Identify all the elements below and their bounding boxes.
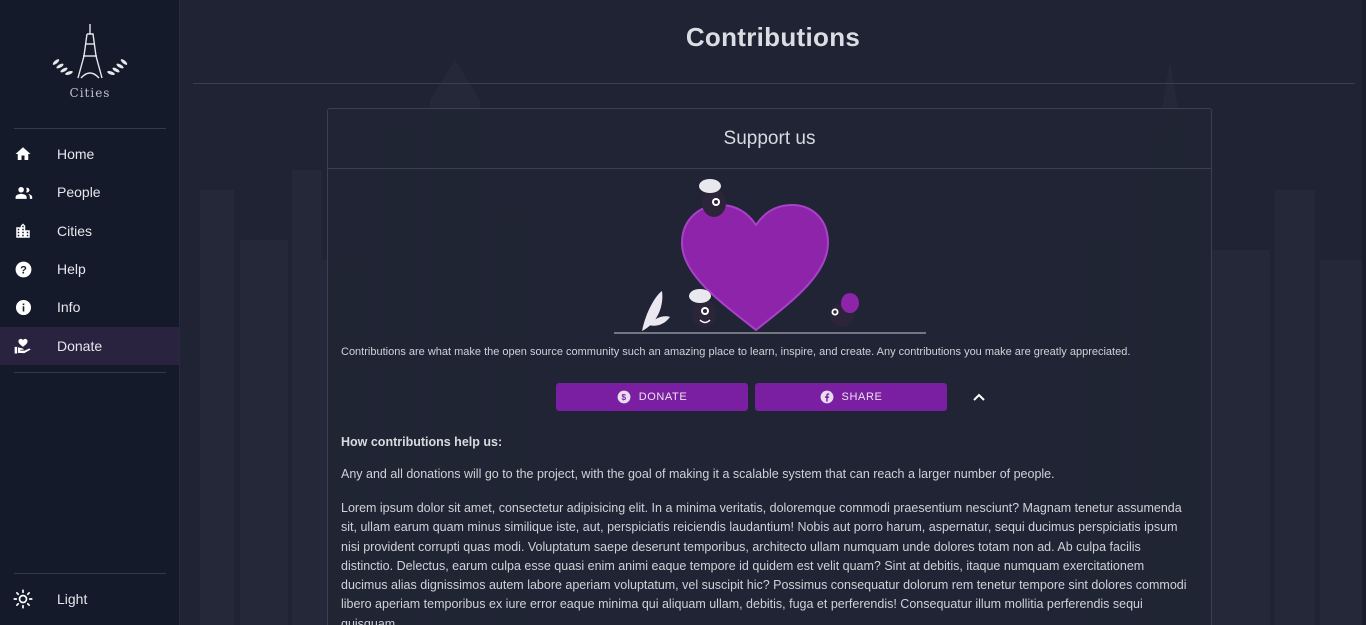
sidebar-item-label: People	[57, 184, 101, 200]
share-button-label: SHARE	[841, 391, 883, 403]
app-logo[interactable]: Cities	[0, 22, 180, 106]
sidebar-divider-middle	[14, 372, 166, 373]
help-section-title: How contributions help us:	[341, 435, 503, 449]
sidebar-divider-bottom	[14, 573, 166, 574]
sun-icon	[13, 589, 33, 609]
people-icon	[13, 182, 33, 202]
support-heart-illustration	[614, 179, 926, 334]
collapse-chevron-up-icon[interactable]	[969, 389, 989, 405]
eiffel-tower-logo-icon	[52, 24, 128, 79]
home-icon	[13, 144, 33, 164]
page-title: Contributions	[685, 22, 861, 52]
info-icon	[13, 297, 33, 317]
lorem-paragraph: Lorem ipsum dolor sit amet, consectetur …	[341, 501, 1187, 625]
sidebar-item-people[interactable]: People	[0, 173, 179, 211]
help-icon: ?	[13, 259, 33, 279]
svg-text:$: $	[621, 393, 626, 402]
scrollbar-track[interactable]	[1362, 0, 1366, 625]
sidebar-item-label: Cities	[57, 223, 93, 239]
facebook-icon	[820, 390, 834, 404]
sidebar-item-label: Info	[57, 299, 81, 315]
theme-toggle-label: Light	[57, 591, 88, 607]
main-content: Contributions Support us Contributions a…	[180, 0, 1366, 625]
city-icon	[13, 221, 33, 241]
support-card: Support us Contributions are what make t…	[327, 108, 1212, 625]
donate-icon	[13, 336, 33, 356]
donate-button-label: DONATE	[638, 391, 688, 403]
sidebar-item-home[interactable]: Home	[0, 135, 179, 173]
sidebar-item-label: Home	[57, 146, 95, 162]
intro-text: Contributions are what make the open sou…	[341, 346, 1131, 358]
sidebar-item-label: Help	[57, 261, 86, 277]
sidebar: Cities Home People Cities ? Help Info Do…	[0, 0, 180, 625]
svg-text:?: ?	[20, 264, 27, 276]
sidebar-item-info[interactable]: Info	[0, 288, 179, 326]
donate-button[interactable]: $ DONATE	[556, 383, 748, 411]
donation-purpose-text: Any and all donations will go to the pro…	[341, 467, 1055, 481]
sidebar-item-help[interactable]: ? Help	[0, 250, 179, 288]
theme-toggle-light[interactable]: Light	[0, 580, 179, 618]
logo-text: Cities	[69, 86, 111, 100]
sidebar-item-cities[interactable]: Cities	[0, 212, 179, 250]
sidebar-divider-top	[14, 128, 166, 129]
dollar-icon: $	[617, 390, 631, 404]
card-title: Support us	[328, 109, 1211, 169]
sidebar-item-label: Donate	[57, 338, 103, 354]
share-button[interactable]: SHARE	[755, 383, 947, 411]
title-divider	[193, 83, 1355, 84]
sidebar-item-donate[interactable]: Donate	[0, 327, 179, 365]
